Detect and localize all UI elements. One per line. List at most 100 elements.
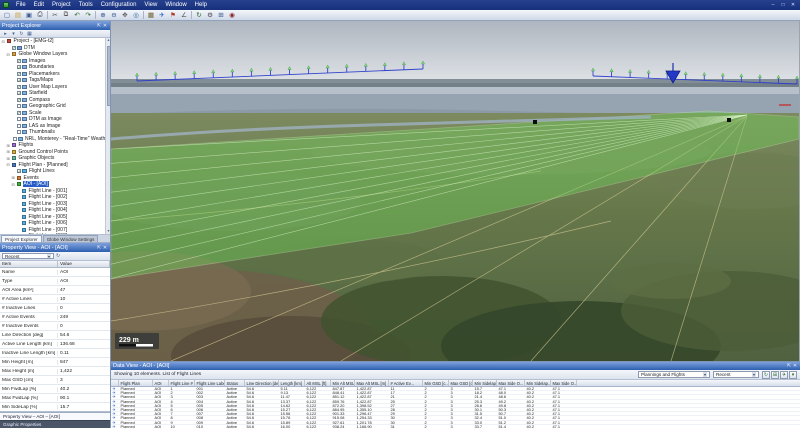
copy-icon[interactable]: ⧉ [61,11,71,20]
grid-icon[interactable]: ⊞ [216,11,226,20]
layer-checkbox[interactable] [17,72,21,76]
close-icon[interactable]: ✕ [789,1,797,9]
refresh-icon[interactable]: ↻ [194,11,204,20]
open-folder-icon[interactable]: ▤ [13,11,23,20]
layer-checkbox[interactable] [17,78,21,82]
globe-icon[interactable]: ◎ [131,11,141,20]
print-icon[interactable]: ⎙ [35,11,45,20]
redo-icon[interactable]: ↷ [83,11,93,20]
preset-dropdown[interactable]: Recent ▾ [713,371,759,378]
layer-checkbox[interactable] [17,169,21,173]
column-header[interactable]: # Active Ev... [389,380,423,386]
save-icon[interactable]: ▣ [24,11,34,20]
column-header[interactable]: Min GSD [c... [423,380,449,386]
tree-scrollbar[interactable]: ▲ ▼ [105,38,110,234]
column-item[interactable]: Item [0,261,58,267]
layer-checkbox[interactable] [17,65,21,69]
zoom-in-icon[interactable]: ⊕ [98,11,108,20]
tab-graphic-properties[interactable]: Graphic Properties [0,420,110,428]
tab-project-explorer[interactable]: Project Explorer [1,235,42,242]
column-header[interactable]: Status [225,380,245,386]
column-header[interactable]: AOI [153,380,169,386]
expand-icon[interactable]: ⊟ [1,39,5,44]
property-row[interactable]: Max GSD [cm]3 [0,376,110,385]
column-header[interactable]: Alt MSL [ft] [305,380,331,386]
column-header[interactable]: Flight Line Label [195,380,225,386]
column-header[interactable]: Min Sidelap [%] [473,380,497,386]
maximize-icon[interactable]: □ [779,1,787,9]
property-row[interactable]: Inactive Line Length [km]0.11 [0,349,110,358]
filter-dropdown[interactable]: Plannings and Flights ▾ [638,371,710,378]
column-header[interactable]: Line Direction [deg] [245,380,279,386]
expand-icon[interactable]: ⊞ [6,156,10,161]
settings-icon[interactable]: ⚙ [205,11,215,20]
scroll-thumb[interactable] [107,46,111,106]
column-header[interactable]: Max Side O... [497,380,525,386]
menu-tools[interactable]: Tools [75,0,97,10]
tab-globe-window-settings[interactable]: Globe Window Settings [43,235,99,242]
layer-checkbox[interactable] [17,91,21,95]
layer-checkbox[interactable] [17,59,21,63]
property-row[interactable]: Min FwdLap [%]40.2 [0,385,110,394]
dataview-tool-icon[interactable]: ↻ [762,371,770,379]
pan-icon[interactable]: ✥ [120,11,130,20]
new-file-icon[interactable]: ▢ [2,11,12,20]
layer-checkbox[interactable] [17,98,21,102]
property-row[interactable]: Min Height [m]847 [0,358,110,367]
menu-edit[interactable]: Edit [30,0,48,10]
expand-icon[interactable]: ⊟ [11,182,15,187]
expand-icon[interactable]: ⊞ [6,143,10,148]
close-icon[interactable]: ✕ [792,363,798,369]
flight-icon[interactable]: ✈ [157,11,167,20]
pe-tool-icon[interactable]: ▸ [2,31,9,37]
dataview-tool-icon[interactable]: ✈ [780,371,788,379]
expand-icon[interactable]: ⊟ [6,52,10,57]
property-row[interactable]: # Active Events249 [0,313,110,322]
measure-icon[interactable]: ∠ [179,11,189,20]
layer-checkbox[interactable] [17,117,21,121]
property-row[interactable]: NameAOI [0,268,110,277]
column-header[interactable]: Flight Plan [119,380,153,386]
property-row[interactable]: Max FwdLap [%]90.1 [0,394,110,403]
expand-icon[interactable]: ⊟ [6,162,10,167]
layer-checkbox[interactable] [17,111,21,115]
property-row[interactable]: Active Line Length [km]136.68 [0,340,110,349]
expand-icon[interactable]: ⊞ [11,175,15,180]
flag-icon[interactable]: ⚑ [168,11,178,20]
property-row[interactable]: Min SideLap [%]15.7 [0,403,110,412]
property-row[interactable]: TypeAOI [0,277,110,286]
menu-project[interactable]: Project [48,0,75,10]
zoom-out-icon[interactable]: ⊖ [109,11,119,20]
property-row[interactable]: # Inactive Lines0 [0,304,110,313]
tree-item[interactable]: Flight Line - [008] [0,233,110,235]
property-row[interactable]: # Active Lines10 [0,295,110,304]
layer-checkbox[interactable] [17,124,21,128]
undo-icon[interactable]: ↶ [72,11,82,20]
column-header[interactable]: Max GSD [c... [449,380,473,386]
layer-checkbox[interactable] [17,85,21,89]
column-value[interactable]: Value [58,261,110,267]
menu-window[interactable]: Window [161,0,190,10]
scroll-down-icon[interactable]: ▼ [106,229,110,234]
tab-property-view[interactable]: Property View – AOI – [AOI] [0,412,110,420]
globe-3d-view[interactable]: 229 m [111,21,800,361]
refresh-icon[interactable]: ↻ [56,253,60,259]
menu-help[interactable]: Help [191,0,211,10]
column-header[interactable]: Length [km] [279,380,305,386]
column-header[interactable]: Min Alt MSL [m] [331,380,355,386]
column-header[interactable]: Min Sidelap... [525,380,551,386]
layer-checkbox[interactable] [17,104,21,108]
pe-tool-icon[interactable]: ↻ [18,31,25,37]
pe-tool-icon[interactable]: ▾ [10,31,17,37]
column-header[interactable]: Max Alt MSL [m] [355,380,389,386]
layers-icon[interactable]: ▦ [146,11,156,20]
dataview-tool-icon[interactable]: ▾ [789,371,797,379]
menu-view[interactable]: View [140,0,161,10]
layer-checkbox[interactable] [17,130,21,134]
target-icon[interactable]: ◉ [227,11,237,20]
scroll-up-icon[interactable]: ▲ [106,38,110,43]
property-row[interactable]: Max Height [m]1,422 [0,367,110,376]
menu-file[interactable]: File [12,0,30,10]
column-header[interactable]: Max Side O... [551,380,577,386]
minimize-icon[interactable]: – [769,1,777,9]
